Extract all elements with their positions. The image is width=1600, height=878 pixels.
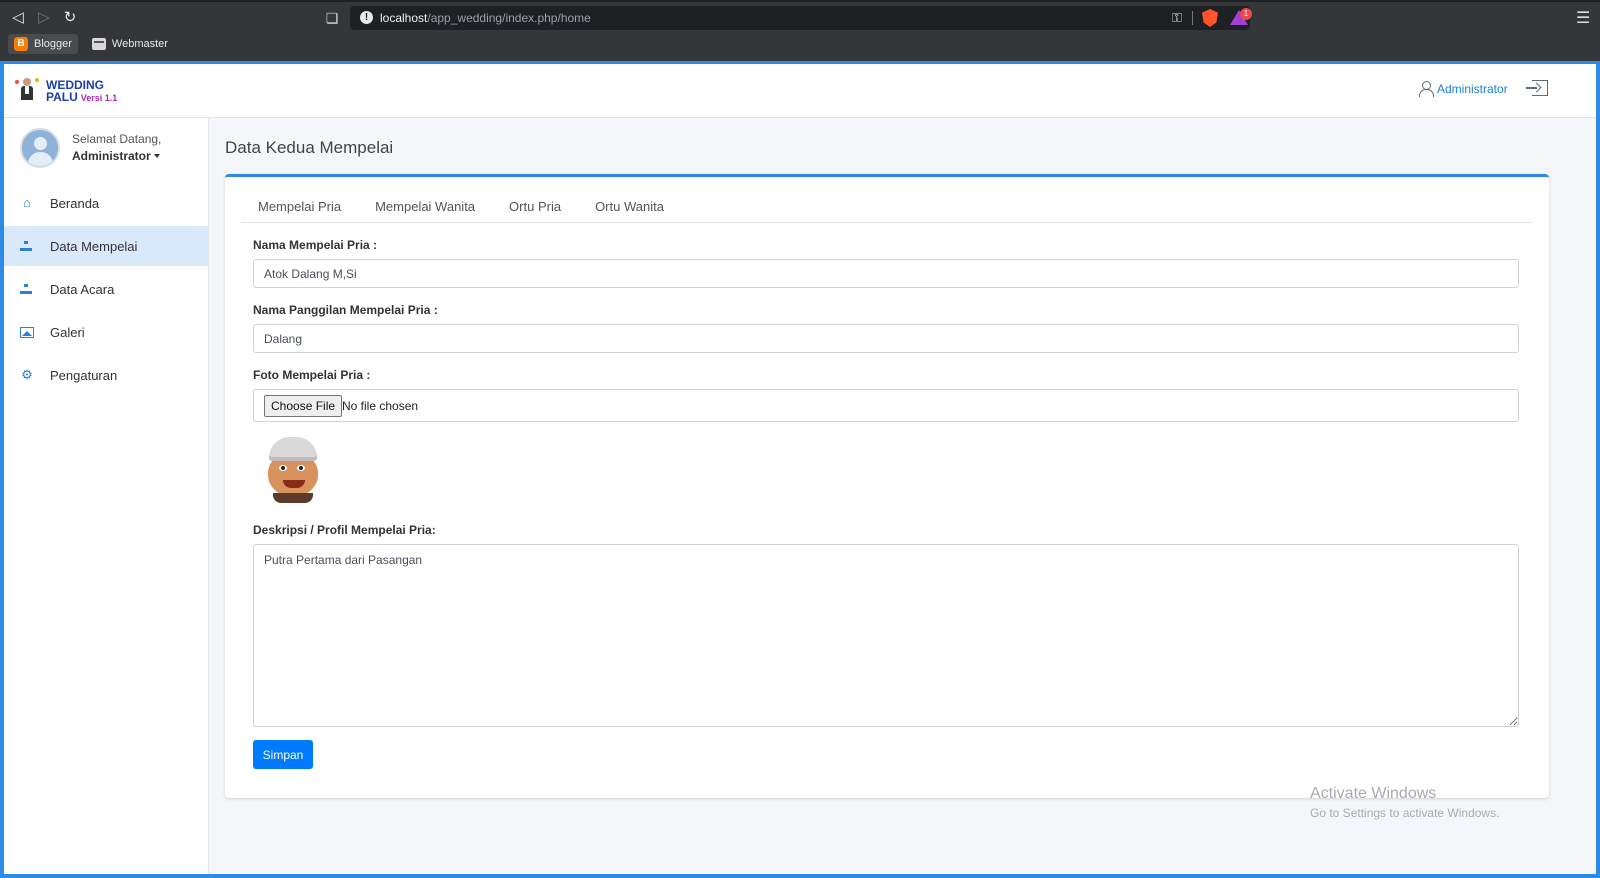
sidebar-item-label: Pengaturan [50,367,118,383]
groom-photo [265,437,321,503]
url-divider [1192,11,1193,25]
top-user-label: Administrator [1437,81,1508,96]
groom-logo-icon [14,76,40,106]
caret-down-icon [153,154,160,158]
image-icon [20,326,34,338]
top-navbar: WEDDING PALU Versi 1.1 Administrator [4,64,1596,118]
main-content: Data Kedua Mempelai Mempelai Pria Mempel… [209,118,1596,874]
sidebar-item-data-mempelai[interactable]: Data Mempelai [4,226,208,266]
bookmark-page-icon[interactable]: ❏ [323,9,341,27]
tab-ortu-pria[interactable]: Ortu Pria [492,191,578,223]
welcome-text: Selamat Datang, [72,132,162,146]
sidebar-item-galeri[interactable]: Galeri [4,312,208,352]
tab-bar: Mempelai Pria Mempelai Wanita Ortu Pria … [241,191,1533,223]
reload-icon[interactable]: ↻ [60,8,80,28]
sidebar-item-label: Beranda [50,195,100,211]
user-dropdown[interactable]: Administrator [72,149,160,163]
key-icon[interactable]: ⚿ [1172,10,1182,26]
choose-file-button[interactable]: Choose File [264,395,343,417]
description-label: Deskripsi / Profil Mempelai Pria: [253,523,436,537]
forward-icon[interactable]: ▷ [34,8,54,28]
webmaster-icon [91,38,106,50]
rewards-badge: 1 [1240,8,1252,20]
photo-file-input[interactable]: Choose File No file chosen [253,389,1519,422]
sidebar-item-data-acara[interactable]: Data Acara [4,269,208,309]
bookmark-label: Webmaster [111,38,168,50]
logout-icon[interactable] [1526,80,1548,96]
sidebar-item-label: Data Mempelai [50,238,138,254]
app-window: WEDDING PALU Versi 1.1 Administrator Sela… [0,61,1600,878]
sidebar-item-label: Galeri [50,324,85,340]
tab-ortu-wanita[interactable]: Ortu Wanita [578,191,681,223]
back-icon[interactable]: ◁ [8,8,28,28]
gear-icon: ⚙ [21,367,33,382]
brave-shield-icon[interactable] [1202,9,1218,27]
watermark-title: Activate Windows [1310,785,1437,802]
activate-windows-watermark: Activate Windows Go to Settings to activ… [1310,785,1499,820]
nickname-input[interactable] [253,324,1519,353]
url-text: localhost/app_wedding/index.php/home [380,11,591,25]
description-textarea[interactable]: Putra Pertama dari Pasangan [253,544,1519,727]
bookmark-webmaster[interactable]: Webmaster [86,34,174,54]
browser-menu-icon[interactable]: ☰ [1576,8,1590,28]
name-label: Nama Mempelai Pria : [253,238,378,252]
watermark-subtitle: Go to Settings to activate Windows. [1310,806,1500,820]
tab-mempelai-pria[interactable]: Mempelai Pria [241,191,358,223]
sidebar-item-beranda[interactable]: ⌂ Beranda [4,183,208,223]
file-status: No file chosen [342,399,419,413]
user-icon [1419,81,1434,97]
browser-chrome: ◁ ▷ ↻ ❏ ! localhost/app_wedding/index.ph… [0,0,1600,61]
site-info-icon[interactable]: ! [360,11,373,24]
user-name: Administrator [72,149,151,163]
logo-text: WEDDING PALU Versi 1.1 [46,77,118,104]
name-input[interactable] [253,259,1519,288]
photo-label: Foto Mempelai Pria : [253,368,371,382]
sitemap-icon [20,241,32,251]
page-title: Data Kedua Mempelai [225,138,394,157]
bookmark-blogger[interactable]: B Blogger [8,34,78,54]
blogger-icon: B [14,37,28,51]
user-panel: Selamat Datang, Administrator [20,128,205,172]
nickname-label: Nama Panggilan Mempelai Pria : [253,303,438,317]
sidebar: Selamat Datang, Administrator ⌂ Beranda … [4,118,209,874]
app-logo[interactable]: WEDDING PALU Versi 1.1 [14,76,117,106]
tab-strip [0,0,1600,2]
tab-mempelai-wanita[interactable]: Mempelai Wanita [358,191,492,223]
sidebar-item-pengaturan[interactable]: ⚙ Pengaturan [4,355,208,395]
home-icon: ⌂ [23,195,31,210]
top-user-link[interactable]: Administrator [1419,81,1508,97]
sitemap-icon [20,284,32,294]
address-bar[interactable]: ! localhost/app_wedding/index.php/home ⚿… [350,6,1252,30]
save-button[interactable]: Simpan [253,740,313,769]
sidebar-item-label: Data Acara [50,281,115,297]
form-card: Mempelai Pria Mempelai Wanita Ortu Pria … [225,174,1549,798]
avatar [20,128,60,168]
sidebar-menu: ⌂ Beranda Data Mempelai Data Acara Galer… [4,183,208,398]
bookmarks-bar: B Blogger Webmaster [8,34,174,54]
bookmark-label: Blogger [34,38,72,50]
